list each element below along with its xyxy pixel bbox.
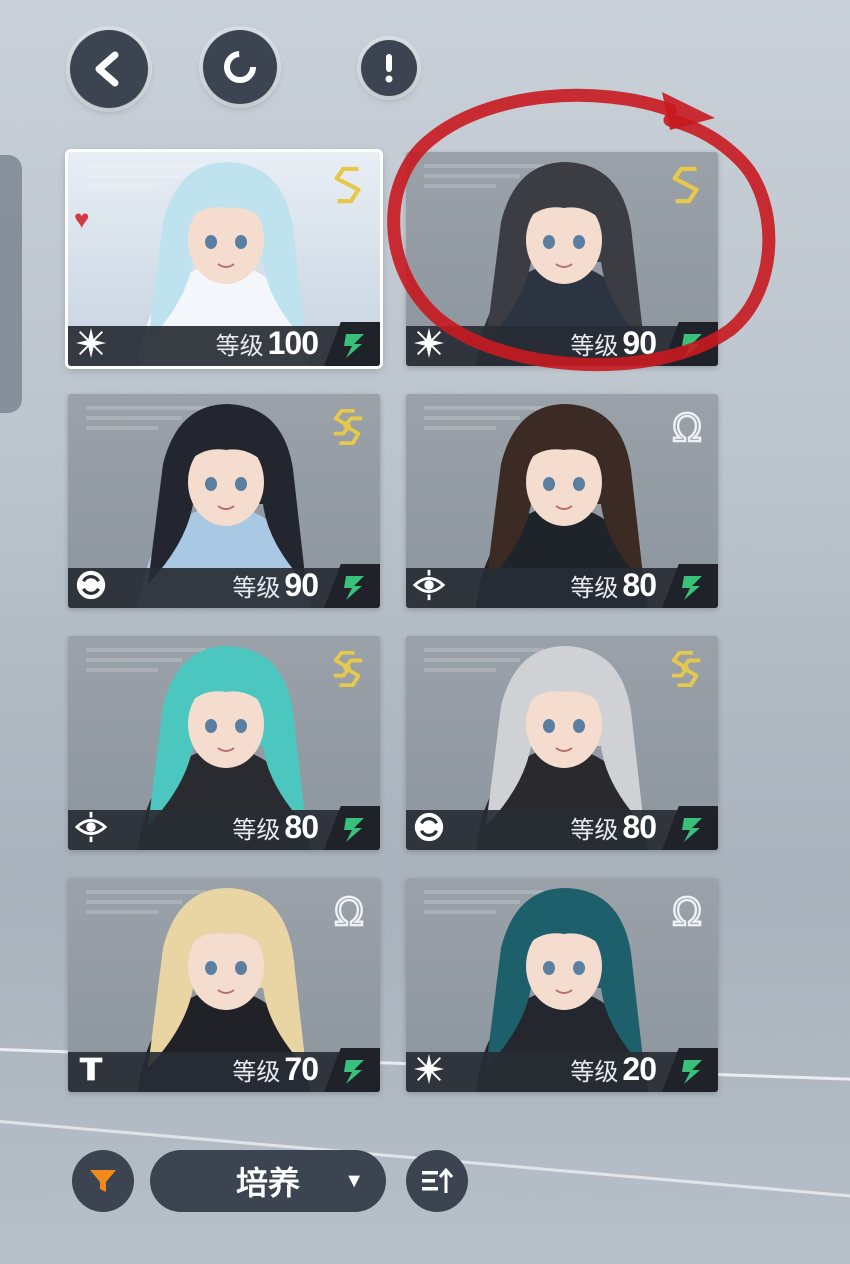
cycle-icon — [412, 810, 448, 846]
level-value: 90 — [622, 325, 657, 361]
character-card[interactable]: 等级 80 — [406, 636, 718, 850]
info-button[interactable] — [361, 40, 417, 96]
funnel-icon — [90, 1170, 116, 1192]
level-value: 80 — [622, 809, 657, 845]
sort-order-button[interactable] — [406, 1150, 468, 1212]
level-value: 100 — [267, 325, 319, 361]
caret-down-icon: ▼ — [344, 1170, 364, 1192]
character-card[interactable]: 等级 80 — [68, 636, 380, 850]
level-label: 等级 — [570, 817, 619, 844]
level-value: 70 — [284, 1051, 319, 1087]
rank-badge-icon: Ω — [668, 888, 706, 935]
refresh-button[interactable] — [203, 30, 277, 104]
star-icon — [412, 1052, 448, 1088]
svg-text:Ω: Ω — [672, 406, 701, 450]
rank-badge-icon — [668, 162, 706, 208]
heart-icon: ♥ — [74, 204, 90, 234]
level-display: 等级 80 — [232, 809, 319, 846]
character-card[interactable]: Ω 等级 70 — [68, 878, 380, 1092]
level-label: 等级 — [215, 333, 264, 360]
ring-icon — [224, 51, 256, 83]
level-display: 等级 80 — [570, 567, 657, 604]
level-label: 等级 — [570, 333, 619, 360]
eye-icon — [412, 568, 448, 604]
character-card[interactable]: ♥ 等级 100 — [68, 152, 380, 366]
rank-badge-icon: Ω — [668, 404, 706, 451]
character-card[interactable]: 等级 90 — [68, 394, 380, 608]
star-icon — [412, 326, 448, 362]
level-label: 等级 — [232, 1059, 281, 1086]
character-card[interactable]: Ω 等级 80 — [406, 394, 718, 608]
level-display: 等级 20 — [570, 1051, 657, 1088]
svg-text:Ω: Ω — [672, 890, 701, 934]
level-value: 80 — [622, 567, 657, 603]
rank-badge-icon — [668, 646, 706, 692]
rank-badge-icon: Ω — [330, 888, 368, 935]
exclamation-icon — [385, 54, 393, 83]
level-label: 等级 — [232, 575, 281, 602]
level-display: 等级 90 — [232, 567, 319, 604]
rank-badge-icon — [330, 162, 368, 208]
level-value: 20 — [622, 1051, 657, 1087]
rank-badge-icon — [330, 646, 368, 692]
level-value: 90 — [284, 567, 319, 603]
svg-text:Ω: Ω — [334, 890, 363, 934]
level-display: 等级 80 — [570, 809, 657, 846]
pillar-icon — [74, 1052, 110, 1088]
back-button[interactable] — [70, 30, 148, 108]
chevron-left-icon — [95, 51, 119, 87]
sort-mode-dropdown[interactable]: 培养 ▼ — [150, 1150, 386, 1212]
level-value: 80 — [284, 809, 319, 845]
filter-button[interactable] — [72, 1150, 134, 1212]
level-display: 等级 100 — [215, 325, 319, 362]
level-label: 等级 — [232, 817, 281, 844]
eye-icon — [74, 810, 110, 846]
cycle-icon — [74, 568, 110, 604]
star-icon — [74, 326, 110, 362]
dropdown-label: 培养 — [235, 1165, 300, 1201]
level-display: 等级 70 — [232, 1051, 319, 1088]
level-label: 等级 — [570, 575, 619, 602]
rank-badge-icon — [330, 404, 368, 450]
level-display: 等级 90 — [570, 325, 657, 362]
sort-icon — [422, 1167, 454, 1193]
character-card[interactable]: 等级 90 — [406, 152, 718, 366]
character-card[interactable]: Ω 等级 20 — [406, 878, 718, 1092]
side-drawer-handle[interactable] — [0, 155, 22, 413]
level-label: 等级 — [570, 1059, 619, 1086]
